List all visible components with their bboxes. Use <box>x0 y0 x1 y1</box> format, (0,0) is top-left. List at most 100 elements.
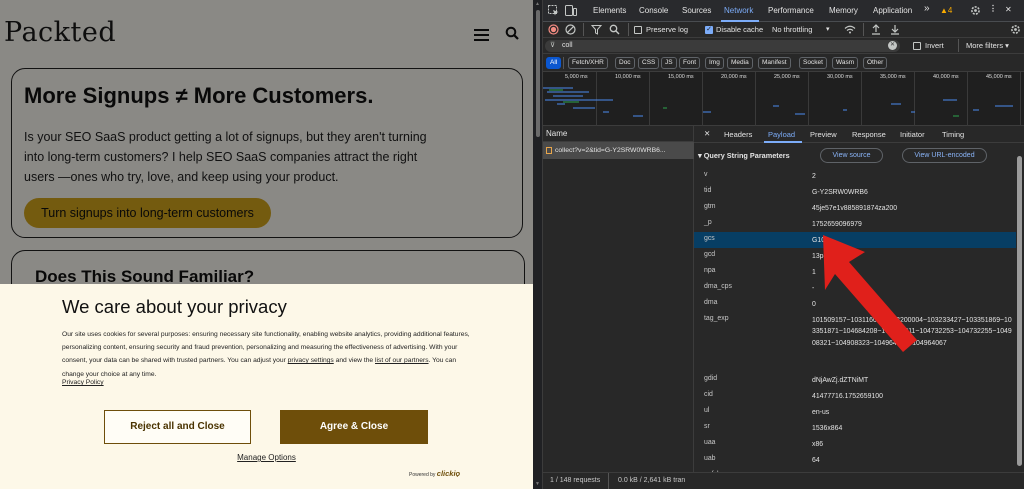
param-key: gtm <box>704 203 716 210</box>
kebab-menu-icon[interactable]: ⋮ <box>989 4 997 13</box>
timeline-tick: 35,000 ms <box>880 74 906 80</box>
tab-response[interactable]: Response <box>852 130 886 139</box>
param-key: tid <box>704 187 712 194</box>
import-har-icon[interactable] <box>871 24 881 35</box>
name-column-header[interactable]: Name <box>543 126 694 142</box>
clear-icon[interactable] <box>565 24 576 35</box>
network-settings-icon[interactable] <box>1010 24 1021 35</box>
param-row-gdid[interactable]: gdid dNjAwZj.dZTNiMT <box>694 372 1016 388</box>
type-filter-other[interactable]: Other <box>863 57 888 69</box>
inspect-element-icon[interactable] <box>548 5 559 16</box>
view-source-button[interactable]: View source <box>820 148 883 163</box>
close-detail-icon[interactable]: ✕ <box>704 129 710 138</box>
type-filter-font[interactable]: Font <box>679 57 701 69</box>
type-filter-fetch-xhr[interactable]: Fetch/XHR <box>568 57 608 69</box>
tab-timing[interactable]: Timing <box>942 130 964 139</box>
partners-link[interactable]: list of our partners <box>375 357 429 364</box>
filter-icon[interactable] <box>591 24 602 35</box>
param-row-tid[interactable]: tid G-Y2SRW0WRB6 <box>694 184 1016 200</box>
toolbar-divider <box>958 39 959 52</box>
type-filter-doc[interactable]: Doc <box>615 57 635 69</box>
devtools-panel: ▲ ▼ Elements Console Sources Network Per… <box>533 0 1024 489</box>
tab-headers[interactable]: Headers <box>724 130 752 139</box>
param-value: 1752659096979 <box>812 221 862 228</box>
param-key: ul <box>704 407 710 414</box>
tab-network[interactable]: Network <box>724 6 753 15</box>
throttling-select[interactable]: No throttling <box>772 25 812 34</box>
more-tabs-icon[interactable]: » <box>924 3 930 14</box>
clear-filter-icon[interactable]: ✕ <box>888 41 897 50</box>
param-value: G-Y2SRW0WRB6 <box>812 189 868 196</box>
tab-performance[interactable]: Performance <box>768 6 814 15</box>
clickio-logo: clickiọ <box>436 469 461 478</box>
detail-scrollbar[interactable] <box>1016 156 1023 468</box>
settings-gear-icon[interactable] <box>970 5 981 16</box>
tab-sources[interactable]: Sources <box>682 6 711 15</box>
more-filters-button[interactable]: More filters ▾ <box>966 41 1009 50</box>
param-value: 1536x864 <box>812 425 843 432</box>
filter-input[interactable]: ⊽ coll ✕ <box>545 40 900 52</box>
throttling-dropdown-icon[interactable]: ▾ <box>826 25 830 33</box>
scroll-down-icon[interactable]: ▼ <box>535 481 540 487</box>
param-row-cid[interactable]: cid 41477716.1752659100 <box>694 388 1016 404</box>
disable-cache-checkbox[interactable]: ✓ <box>705 26 713 34</box>
param-key: dma_cps <box>704 283 732 290</box>
param-value: en-us <box>812 409 830 416</box>
tab-console[interactable]: Console <box>639 6 668 15</box>
cookie-banner: We care about your privacy Our site uses… <box>0 284 533 489</box>
request-row[interactable]: collect?v=2&tid=G-Y2SRW0WRB6... <box>543 142 694 159</box>
detail-tabbar: ✕ Headers Payload Preview Response Initi… <box>694 126 1024 143</box>
search-icon[interactable] <box>609 24 620 35</box>
request-list: Name collect?v=2&tid=G-Y2SRW0WRB6... <box>543 126 694 472</box>
tab-preview[interactable]: Preview <box>810 130 837 139</box>
tab-elements[interactable]: Elements <box>593 6 626 15</box>
param-row-gtm[interactable]: gtm 45je57e1v885891874za200 <box>694 200 1016 216</box>
tab-memory[interactable]: Memory <box>829 6 858 15</box>
preserve-log-checkbox[interactable] <box>634 26 642 34</box>
page-scrollbar[interactable]: ▲ ▼ <box>533 0 543 489</box>
param-row-v[interactable]: v2 <box>694 168 1016 184</box>
request-name: collect?v=2&tid=G-Y2SRW0WRB6... <box>555 147 666 154</box>
scroll-up-icon[interactable]: ▲ <box>535 1 540 7</box>
warning-badge[interactable]: ▲4 <box>940 6 952 15</box>
privacy-policy-link[interactable]: Privacy Policy <box>62 379 104 386</box>
param-row-uaa[interactable]: uaa x86 <box>694 436 1016 452</box>
detail-scrollbar-thumb[interactable] <box>1017 156 1022 466</box>
resource-type-filters: All Fetch/XHR Doc CSS JS Font Img Media … <box>543 54 1024 72</box>
timeline-tick: 30,000 ms <box>827 74 853 80</box>
type-filter-media[interactable]: Media <box>727 57 753 69</box>
query-params-header[interactable]: ▾ Query String Parameters <box>698 151 790 160</box>
param-row-sr[interactable]: sr 1536x864 <box>694 420 1016 436</box>
type-filter-socket[interactable]: Socket <box>799 57 827 69</box>
param-row-ul[interactable]: ul en-us <box>694 404 1016 420</box>
type-filter-all[interactable]: All <box>546 57 562 69</box>
param-key: gcs <box>704 235 715 242</box>
type-filter-img[interactable]: Img <box>705 57 724 69</box>
param-key: npa <box>704 267 716 274</box>
type-filter-js[interactable]: JS <box>661 57 677 69</box>
tab-initiator[interactable]: Initiator <box>900 130 925 139</box>
tab-application[interactable]: Application <box>873 6 912 15</box>
close-devtools-icon[interactable]: ✕ <box>1005 5 1012 14</box>
powered-by: Powered by clickiọ <box>409 469 460 478</box>
type-filter-manifest[interactable]: Manifest <box>758 57 791 69</box>
record-icon[interactable] <box>548 24 559 35</box>
agree-close-button[interactable]: Agree & Close <box>280 410 428 444</box>
warning-icon: ▲ <box>940 6 948 15</box>
export-har-icon[interactable] <box>890 24 900 35</box>
reject-all-button[interactable]: Reject all and Close <box>104 410 251 444</box>
tab-payload[interactable]: Payload <box>768 130 795 139</box>
timeline-overview[interactable]: 5,000 ms 10,000 ms 15,000 ms 20,000 ms 2… <box>543 72 1024 126</box>
type-filter-css[interactable]: CSS <box>638 57 660 69</box>
privacy-settings-link[interactable]: privacy settings <box>288 357 334 364</box>
param-row-uab[interactable]: uab 64 <box>694 452 1016 468</box>
device-toolbar-icon[interactable] <box>565 5 577 16</box>
manage-options-link[interactable]: Manage Options <box>237 453 296 462</box>
invert-checkbox[interactable] <box>913 42 921 50</box>
network-conditions-icon[interactable] <box>844 25 856 34</box>
page-scrollbar-thumb[interactable] <box>536 10 540 137</box>
view-url-encoded-button[interactable]: View URL-encoded <box>902 148 987 163</box>
type-filter-wasm[interactable]: Wasm <box>832 57 859 69</box>
param-key: uaa <box>704 439 716 446</box>
network-toolbar: Preserve log ✓ Disable cache No throttli… <box>543 22 1024 38</box>
